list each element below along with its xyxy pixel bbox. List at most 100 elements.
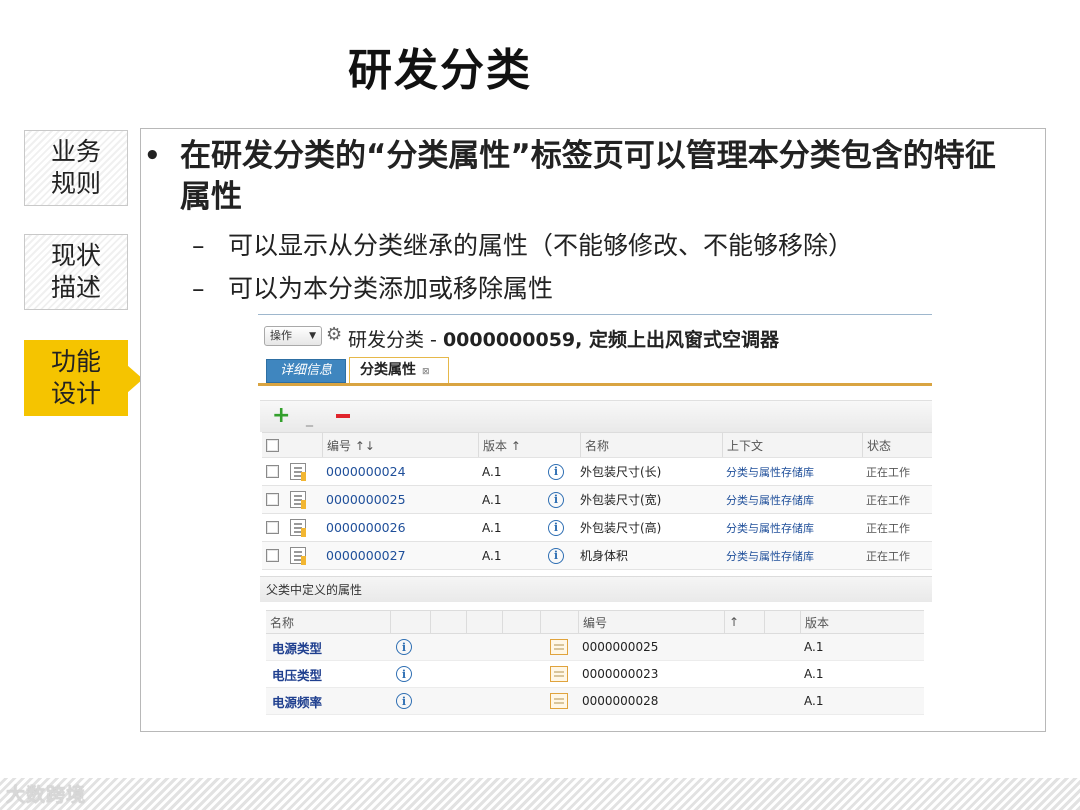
main-bullet: • 在研发分类的“分类属性”标签页可以管理本分类包含的特征属性: [144, 136, 1024, 218]
row-checkbox[interactable]: [266, 493, 279, 506]
dash-icon: –: [192, 274, 205, 303]
context-link[interactable]: 分类与属性存储库: [726, 520, 814, 536]
document-icon[interactable]: [290, 463, 306, 481]
info-icon[interactable]: i: [548, 547, 564, 564]
doc-icon-cell: [290, 514, 306, 541]
header-blank: [390, 611, 430, 633]
number-cell: 0000000026: [326, 514, 406, 541]
form-icon[interactable]: [550, 666, 568, 682]
row-checkbox-cell: [266, 514, 279, 541]
state-cell: 正在工作: [866, 465, 910, 479]
info-cell: i: [396, 634, 412, 660]
close-icon[interactable]: ⊠: [422, 367, 430, 377]
select-all-cell: [266, 433, 279, 457]
row-checkbox[interactable]: [266, 549, 279, 562]
actions-dropdown[interactable]: 操作 ▼: [264, 326, 322, 346]
object-title: 研发分类 - 0000000059, 定频上出风窗式空调器: [348, 325, 779, 352]
attribute-name-link[interactable]: 电源类型: [272, 638, 322, 657]
select-all-checkbox[interactable]: [266, 438, 279, 452]
name-cell: 外包装尺寸(高): [580, 521, 662, 535]
attribute-name-link[interactable]: 电压类型: [272, 665, 322, 684]
info-cell: i: [548, 486, 564, 513]
form-icon[interactable]: [550, 693, 568, 709]
info-icon[interactable]: i: [548, 519, 564, 536]
table-row: 0000000027 A.1 i 机身体积 分类与属性存储库 正在工作: [262, 542, 932, 570]
side-tab-label: 设计: [50, 379, 101, 408]
info-icon[interactable]: i: [396, 666, 412, 682]
row-checkbox[interactable]: [266, 465, 279, 478]
header-blank: [764, 611, 800, 633]
sub-bullet: – 可以显示从分类继承的属性（不能够修改、不能够移除）: [192, 230, 853, 262]
info-cell: i: [548, 514, 564, 541]
header-version[interactable]: 版本 ↑: [478, 433, 544, 457]
form-icon-cell: [550, 688, 568, 714]
version-cell: A.1: [482, 520, 502, 535]
header-name[interactable]: 名称: [270, 611, 390, 633]
version-cell: A.1: [804, 667, 824, 681]
bullet-icon: •: [144, 141, 161, 171]
table-row: 电压类型 i 0000000023 A.1: [266, 661, 924, 688]
side-tab-label: 功能: [50, 347, 101, 376]
header-state[interactable]: 状态: [862, 433, 932, 457]
info-icon[interactable]: i: [396, 639, 412, 655]
side-tab-business-rules[interactable]: 业务 规则: [24, 130, 128, 206]
context-link[interactable]: 分类与属性存储库: [726, 548, 814, 564]
title-number: 0000000059: [442, 329, 576, 351]
gear-icon: ⚙: [326, 324, 343, 345]
context-cell: 分类与属性存储库: [726, 486, 814, 513]
context-cell: 分类与属性存储库: [726, 514, 814, 541]
header-number[interactable]: 编号 ↑↓: [322, 433, 478, 457]
attribute-number-link[interactable]: 0000000025: [326, 492, 406, 507]
tab-class-attributes[interactable]: 分类属性 ⊠: [349, 357, 449, 383]
title-prefix: 研发分类 -: [348, 329, 443, 351]
document-icon[interactable]: [290, 547, 306, 565]
info-icon[interactable]: i: [548, 463, 564, 480]
tab-details[interactable]: 详细信息: [266, 359, 346, 383]
sub-bullet-text: 可以为本分类添加或移除属性: [228, 274, 554, 303]
row-checkbox[interactable]: [266, 521, 279, 534]
main-bullet-text: 在研发分类的“分类属性”标签页可以管理本分类包含的特征属性: [180, 138, 996, 215]
version-cell: A.1: [804, 640, 824, 654]
doc-icon-cell: [290, 486, 306, 513]
attribute-number-link[interactable]: 0000000026: [326, 520, 406, 535]
name-cell: 电源类型: [272, 634, 322, 660]
name-cell: 电源频率: [272, 688, 322, 714]
side-tab-function-design[interactable]: 功能 设计: [24, 340, 143, 416]
state-cell: 正在工作: [866, 549, 910, 563]
chevron-down-icon: ▼: [309, 331, 316, 341]
number-cell: 0000000023: [582, 667, 659, 681]
number-cell: 0000000024: [326, 458, 406, 485]
add-icon[interactable]: +: [272, 403, 290, 428]
table-header: 编号 ↑↓ 版本 ↑ 名称 上下文 状态: [262, 432, 932, 458]
number-cell: 0000000028: [582, 694, 659, 708]
header-sort[interactable]: ↑: [724, 611, 764, 633]
context-cell: 分类与属性存储库: [726, 458, 814, 485]
form-icon[interactable]: [550, 639, 568, 655]
header-name[interactable]: 名称: [580, 433, 722, 457]
context-link[interactable]: 分类与属性存储库: [726, 492, 814, 508]
document-icon[interactable]: [290, 519, 306, 537]
attributes-table: 编号 ↑↓ 版本 ↑ 名称 上下文 状态 0000000024 A.1 i 外包…: [262, 432, 932, 570]
title-suffix: , 定频上出风窗式空调器: [575, 329, 779, 351]
actions-label: 操作: [270, 329, 292, 342]
context-link[interactable]: 分类与属性存储库: [726, 464, 814, 480]
info-cell: i: [396, 688, 412, 714]
version-cell: A.1: [482, 548, 502, 563]
header-number[interactable]: 编号: [578, 611, 724, 633]
header-context[interactable]: 上下文: [722, 433, 862, 457]
document-icon[interactable]: [290, 491, 306, 509]
info-icon[interactable]: i: [548, 491, 564, 508]
sub-bullet-text: 可以显示从分类继承的属性（不能够修改、不能够移除）: [228, 231, 854, 260]
attribute-number-link[interactable]: 0000000024: [326, 464, 406, 479]
info-icon[interactable]: i: [396, 693, 412, 709]
remove-icon[interactable]: [336, 403, 350, 425]
name-cell: 电压类型: [272, 661, 322, 687]
row-checkbox-cell: [266, 542, 279, 569]
attribute-name-link[interactable]: 电源频率: [272, 692, 322, 711]
header-version[interactable]: 版本: [800, 611, 924, 633]
attribute-number-link[interactable]: 0000000027: [326, 548, 406, 563]
tab-label: 分类属性: [360, 362, 416, 378]
separator-icon: _: [306, 411, 313, 427]
form-icon-cell: [550, 634, 568, 660]
side-tab-current-state[interactable]: 现状 描述: [24, 234, 128, 310]
